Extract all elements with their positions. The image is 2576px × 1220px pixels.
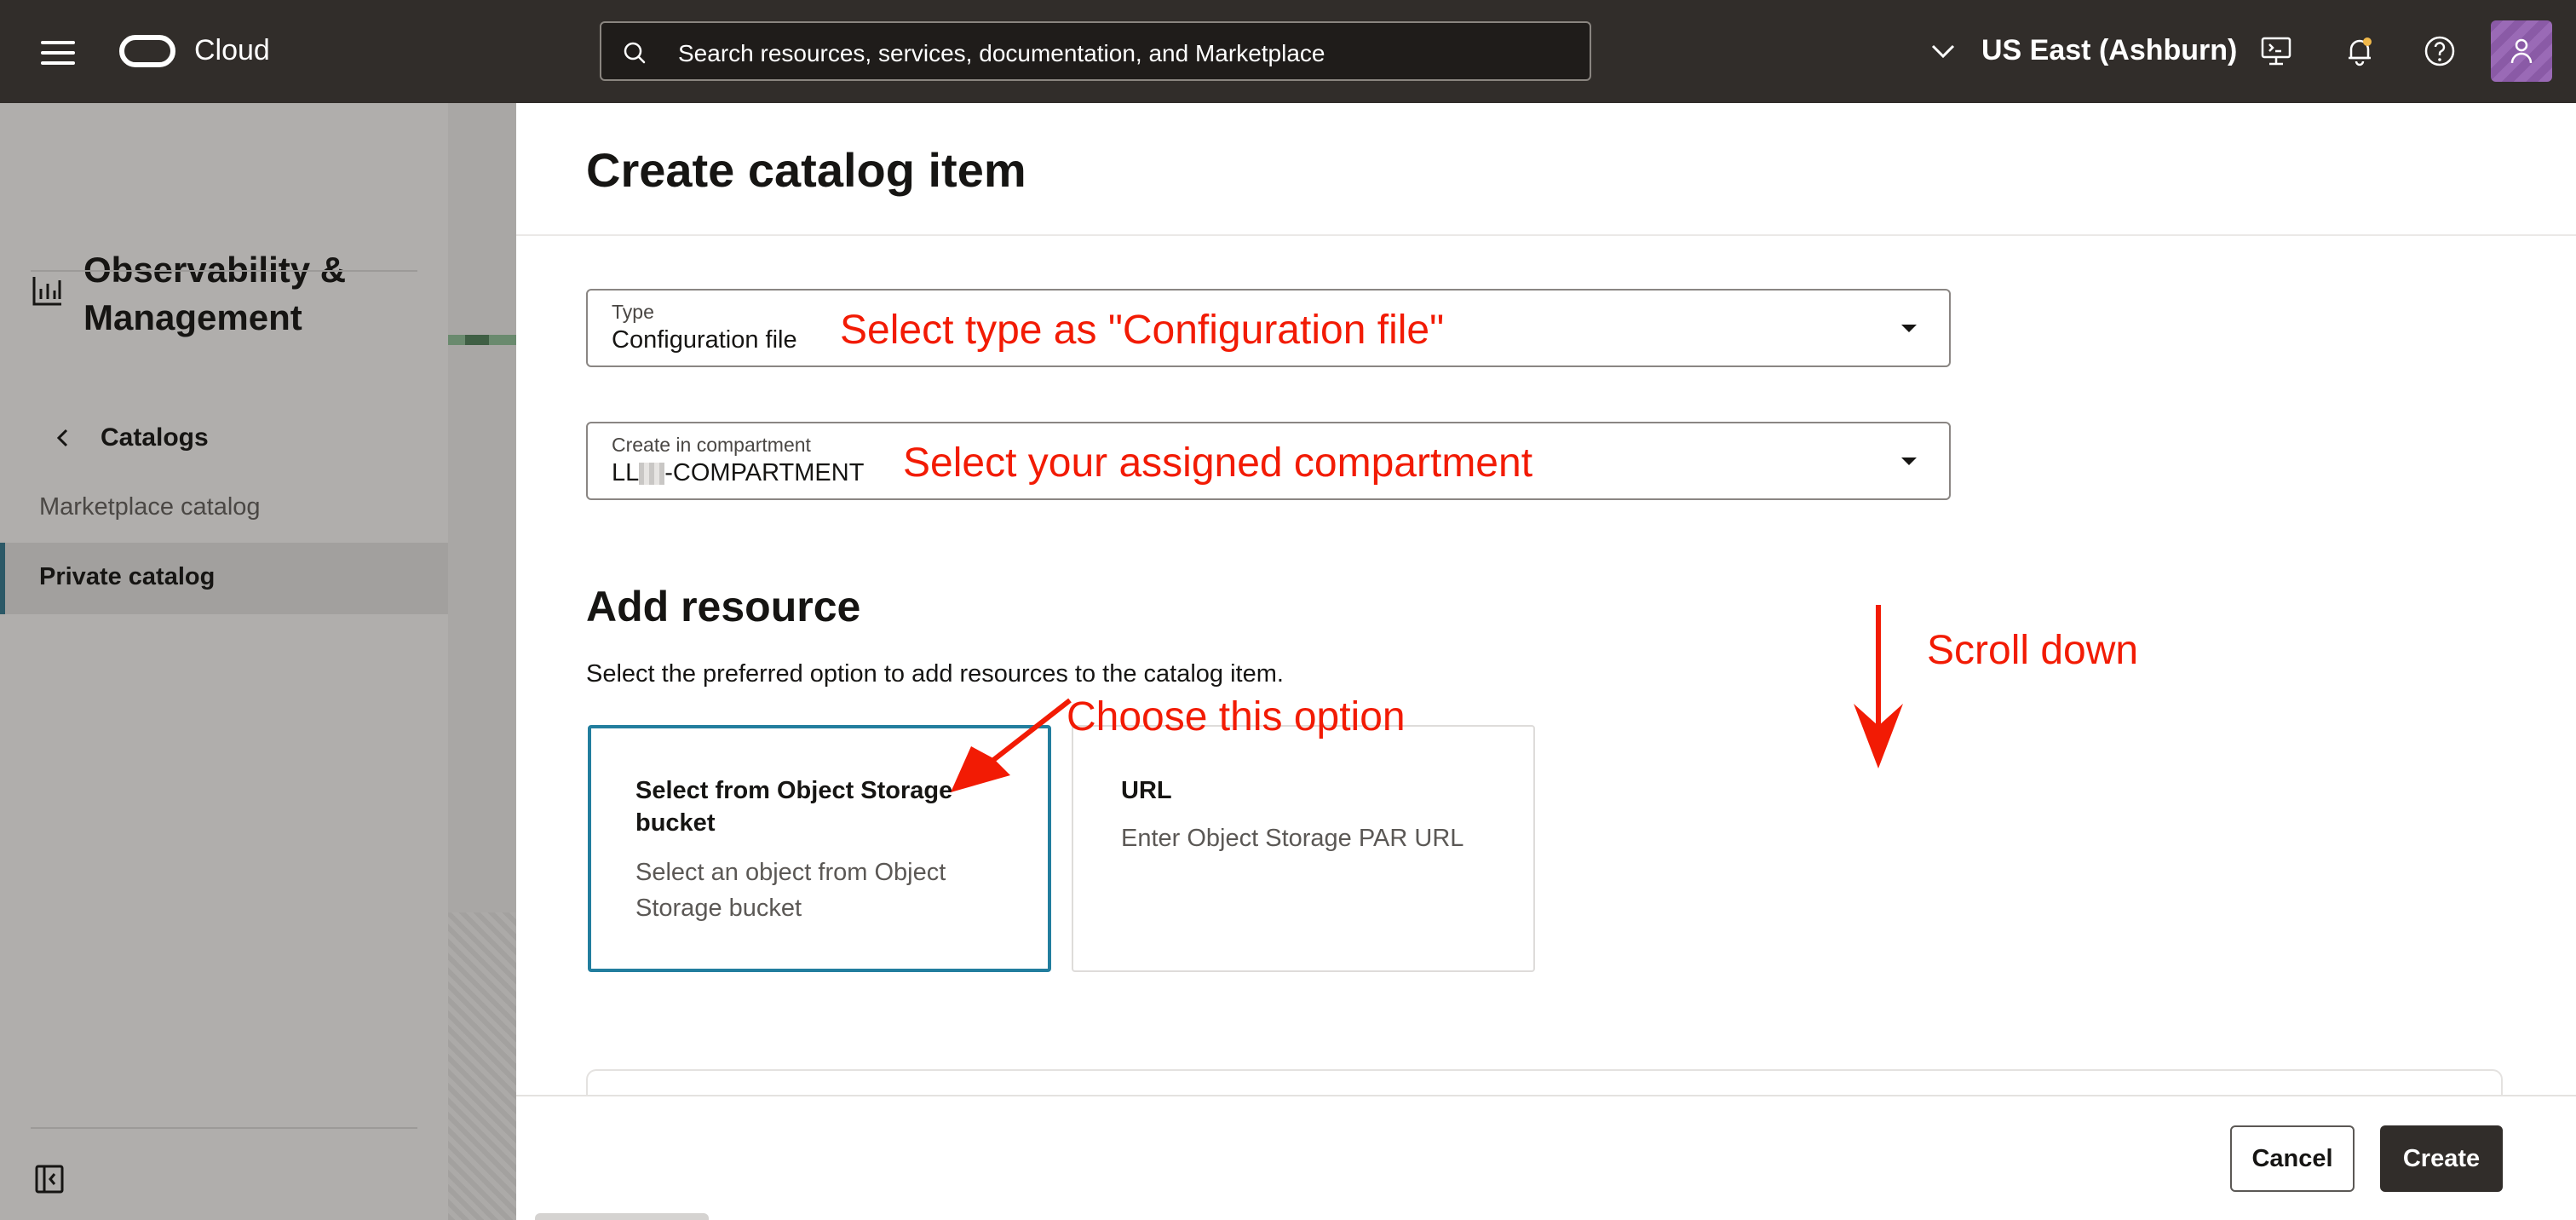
background-page-overlay	[448, 103, 516, 1220]
background-banner	[448, 335, 516, 345]
caret-down-icon	[1901, 325, 1917, 332]
cancel-button[interactable]: Cancel	[2230, 1125, 2355, 1192]
annotation-type: Select type as "Configuration file"	[840, 308, 1445, 353]
cloud-shell-icon[interactable]	[2259, 34, 2293, 68]
option-description: Select an object from Object Storage buc…	[635, 859, 946, 922]
create-catalog-item-panel: Create catalog item Type Configuration f…	[516, 103, 2576, 1220]
sidebar-item-marketplace-catalog[interactable]: Marketplace catalog	[39, 493, 261, 521]
panel-footer: Cancel Create	[516, 1095, 2576, 1220]
sidebar-divider	[31, 270, 417, 272]
chevron-down-icon[interactable]	[1930, 43, 1956, 60]
add-resource-description: Select the preferred option to add resou…	[586, 660, 1284, 688]
option-url[interactable]: URL Enter Object Storage PAR URL	[1072, 725, 1535, 972]
annotation-scroll: Scroll down	[1927, 628, 2139, 673]
search-placeholder: Search resources, services, documentatio…	[678, 40, 1325, 66]
chevron-left-icon[interactable]	[55, 427, 72, 449]
add-resource-heading: Add resource	[586, 583, 861, 630]
option-title: URL	[1121, 777, 1172, 804]
compartment-suffix: -COMPARTMENT	[664, 459, 865, 486]
sidebar: Observability & Management Catalogs Mark…	[0, 103, 448, 1220]
compartment-label: Create in compartment	[612, 434, 811, 456]
brand-label[interactable]: Cloud	[194, 34, 270, 67]
background-pattern	[448, 912, 516, 1220]
user-icon	[2510, 38, 2533, 64]
region-selector[interactable]: US East (Ashburn)	[1981, 34, 2237, 67]
collapse-sidebar-icon[interactable]	[34, 1164, 65, 1194]
redacted-text	[639, 463, 665, 486]
create-button[interactable]: Create	[2380, 1125, 2503, 1192]
scroll-down-arrow-icon	[1854, 605, 1903, 768]
notifications-bell-icon[interactable]	[2343, 34, 2377, 68]
user-avatar[interactable]	[2491, 20, 2552, 82]
observability-chart-icon	[32, 277, 61, 306]
sidebar-back-catalogs[interactable]: Catalogs	[101, 423, 209, 452]
search-icon	[624, 42, 646, 64]
choose-option-arrow-icon	[951, 698, 1072, 792]
sidebar-item-label: Private catalog	[39, 563, 216, 590]
panel-title: Create catalog item	[586, 143, 1026, 197]
sidebar-item-private-catalog[interactable]: Private catalog	[0, 543, 448, 614]
caret-down-icon	[1901, 458, 1917, 465]
type-value: Configuration file	[612, 326, 797, 354]
compartment-prefix: LL	[612, 459, 640, 486]
panel-header-divider	[516, 234, 2576, 236]
compartment-value: LL -COMPARTMENT	[612, 459, 864, 487]
sidebar-bottom-divider	[31, 1127, 417, 1129]
search-input[interactable]: Search resources, services, documentatio…	[600, 21, 1591, 81]
oracle-logo-icon[interactable]	[119, 35, 175, 67]
sidebar-title: Observability & Management	[83, 250, 347, 337]
hamburger-menu-icon[interactable]	[41, 41, 75, 65]
help-icon[interactable]	[2423, 34, 2457, 68]
top-navigation-bar: Cloud Search resources, services, docume…	[0, 0, 2576, 103]
type-label: Type	[612, 301, 654, 323]
option-description: Enter Object Storage PAR URL	[1121, 825, 1464, 852]
annotation-compartment: Select your assigned compartment	[903, 440, 1533, 486]
bottom-tab-handle	[535, 1213, 709, 1220]
annotation-choose: Choose this option	[1067, 694, 1406, 739]
